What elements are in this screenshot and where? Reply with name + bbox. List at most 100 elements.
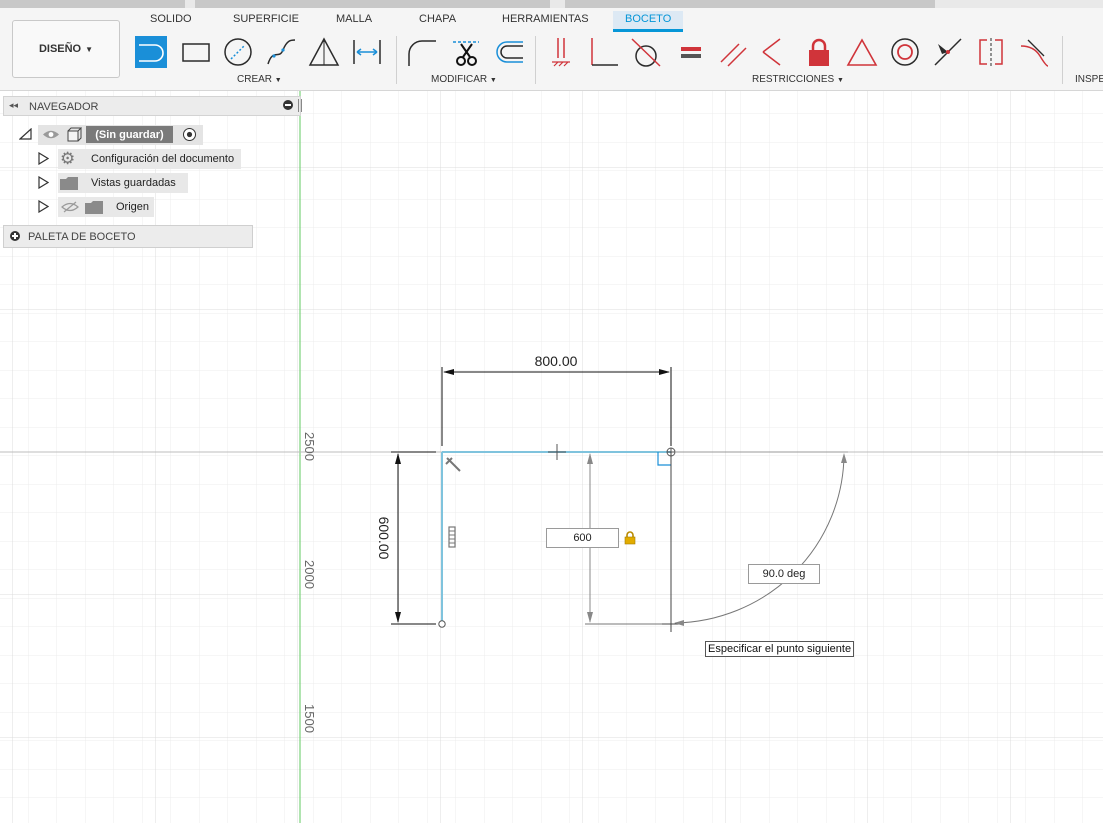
eye-icon[interactable] [42, 129, 60, 140]
doc-tab-3[interactable] [565, 0, 935, 8]
line-tool-button[interactable] [135, 36, 167, 68]
browser-item-label: Vistas guardadas [91, 177, 176, 189]
perpendicular-constraint-button[interactable] [760, 36, 792, 68]
tab-malla[interactable]: MALLA [336, 13, 372, 25]
lock-icon [809, 38, 829, 66]
tab-superficie[interactable]: SUPERFICIE [233, 13, 299, 25]
tab-herramientas[interactable]: HERRAMIENTAS [502, 13, 589, 25]
circle-tool-button[interactable] [222, 36, 254, 68]
equal-icon [681, 47, 701, 58]
group-inspeccionar-label[interactable]: INSPE [1075, 74, 1103, 85]
spline-icon [267, 39, 296, 65]
panel-pin-icon[interactable] [298, 99, 302, 112]
doc-tab-2[interactable] [195, 0, 550, 8]
browser-title: NAVEGADOR [29, 101, 99, 113]
curvature-icon [1020, 39, 1049, 67]
rectangle-tool-button[interactable] [180, 36, 212, 68]
scissors-icon [453, 41, 479, 66]
offset-tool-button[interactable] [493, 36, 525, 68]
root-component-label[interactable]: (Sin guardar) [86, 126, 173, 143]
fillet-tool-button[interactable] [406, 36, 438, 68]
midpoint-constraint-button[interactable] [932, 36, 964, 68]
symmetry-triangle-button[interactable] [846, 36, 878, 68]
dimension-icon [353, 40, 381, 64]
ruler-label-1500: 1500 [302, 704, 317, 733]
group-restricciones-label[interactable]: RESTRICCIONES ▼ [752, 74, 844, 85]
line-icon [139, 44, 164, 62]
curvature-constraint-button[interactable] [1018, 36, 1050, 68]
fix-constraint-button[interactable] [546, 36, 578, 68]
gear-icon: ⚙ [60, 149, 76, 168]
fillet-icon [408, 40, 436, 66]
equal-constraint-button[interactable] [675, 36, 707, 68]
browser-root-row[interactable]: (Sin guardar) [18, 124, 208, 145]
hidden-eye-icon[interactable] [61, 201, 79, 213]
sketch-palette-title: PALETA DE BOCETO [28, 231, 136, 243]
activate-radio-icon[interactable] [182, 127, 197, 142]
browser-item-origen[interactable]: Origen [36, 197, 156, 217]
toolbar-separator [535, 36, 536, 84]
midpoint-icon [934, 38, 962, 66]
lock-icon[interactable] [623, 531, 637, 545]
browser-item-configuracion[interactable]: ⚙ Configuración del documento [36, 149, 241, 169]
toolbar-separator [396, 36, 397, 84]
chevron-down-icon: ▼ [489, 77, 497, 84]
dimension-tool-button[interactable] [351, 36, 383, 68]
offset-icon [496, 41, 523, 63]
tangent-icon [631, 38, 661, 67]
concentric-constraint-button[interactable] [889, 36, 921, 68]
dim-horizontal-value[interactable]: 800.00 [535, 353, 578, 369]
tab-solido[interactable]: SOLIDO [150, 13, 192, 25]
triangle-icon [308, 37, 340, 66]
spline-tool-button[interactable] [265, 36, 297, 68]
group-modificar-text: MODIFICAR [431, 74, 488, 85]
folder-icon [60, 177, 78, 190]
polygon-tool-button[interactable] [308, 36, 340, 68]
length-input[interactable]: 600 [546, 528, 619, 548]
ruler-label-2000: 2000 [302, 560, 317, 589]
angle-input[interactable]: 90.0 deg [748, 564, 820, 584]
group-modificar-label[interactable]: MODIFICAR ▼ [431, 74, 497, 85]
dim-vertical-value[interactable]: 600.00 [376, 517, 392, 560]
rectangle-icon [182, 43, 210, 62]
lock-constraint-button[interactable] [803, 36, 835, 68]
tab-boceto[interactable]: BOCETO [613, 11, 684, 32]
browser-item-label: Origen [116, 201, 150, 213]
angle-input-value: 90.0 deg [762, 568, 806, 580]
parallel-constraint-button[interactable] [717, 36, 749, 68]
parallel-icon [720, 43, 747, 67]
sketch-palette-header[interactable]: PALETA DE BOCETO [3, 225, 253, 248]
workspace-design-button[interactable]: DISEÑO ▼ [12, 20, 120, 78]
tangent-constraint-button[interactable] [630, 36, 662, 68]
ribbon-tab-bar: SOLIDO SUPERFICIE MALLA CHAPA HERRAMIENT… [0, 8, 1103, 32]
expand-arrow-icon[interactable] [38, 152, 49, 165]
sketch-point[interactable] [438, 620, 446, 628]
expand-arrow-icon[interactable] [38, 176, 49, 189]
toolbar-separator [1062, 36, 1063, 84]
grid-major [0, 91, 1103, 823]
ruler-label-2500: 2500 [302, 432, 317, 461]
browser-minimize-icon[interactable] [283, 100, 293, 110]
browser-item-vistas[interactable]: Vistas guardadas [36, 173, 188, 193]
collapse-left-icon[interactable]: ◂◂ [9, 100, 18, 111]
trim-tool-button[interactable] [450, 36, 482, 68]
group-crear-label[interactable]: CREAR ▼ [237, 74, 282, 85]
symmetry-icon [979, 38, 1003, 66]
chevron-down-icon: ▼ [837, 77, 844, 84]
sketch-canvas[interactable]: 2500 2000 1500 800.00 600.00 [0, 91, 1103, 823]
expand-arrow-icon[interactable] [38, 200, 49, 213]
browser-header[interactable]: ◂◂ NAVEGADOR [3, 96, 302, 116]
length-input-value: 600 [573, 532, 592, 544]
folder-icon [85, 201, 103, 214]
doc-tab-1[interactable] [0, 0, 185, 8]
chevron-down-icon: ▼ [85, 44, 94, 54]
expand-triangle-icon[interactable] [19, 128, 32, 140]
coincident-icon [591, 38, 618, 66]
tab-chapa[interactable]: CHAPA [419, 13, 456, 25]
symmetry-constraint-button[interactable] [975, 36, 1007, 68]
coincident-constraint-button[interactable] [588, 36, 620, 68]
circle-icon [224, 38, 252, 66]
fix-constraint-icon [552, 38, 570, 67]
expand-plus-icon[interactable] [10, 231, 20, 241]
group-restricciones-text: RESTRICCIONES [752, 74, 835, 85]
